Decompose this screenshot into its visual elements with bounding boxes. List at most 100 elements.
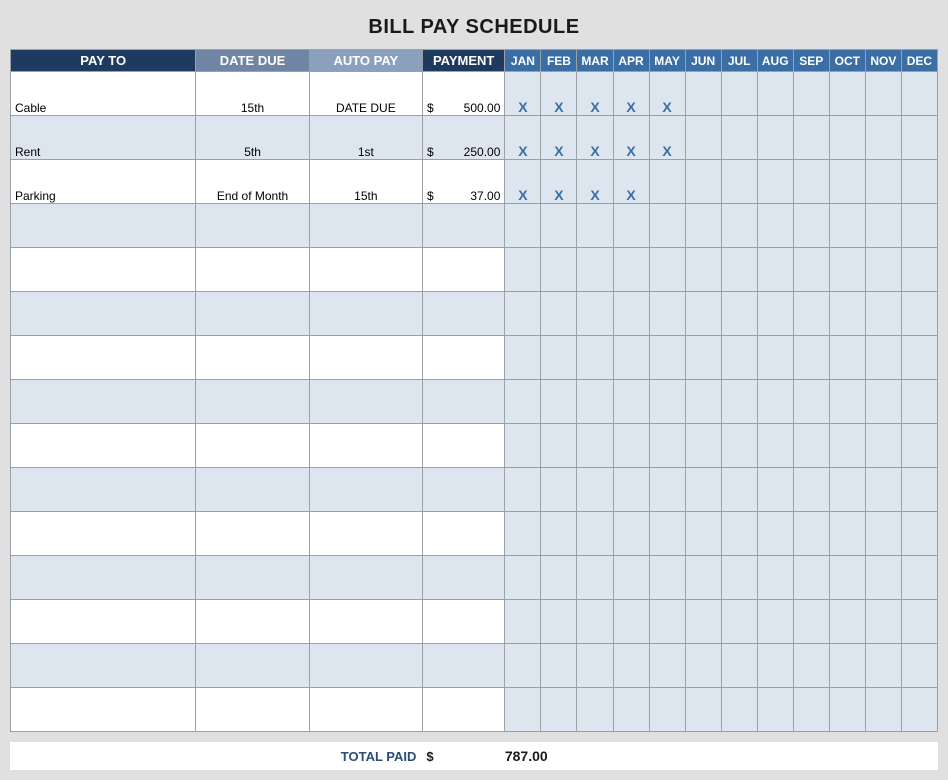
cell-month[interactable] — [865, 556, 901, 600]
cell-month[interactable] — [649, 336, 685, 380]
cell-month[interactable] — [901, 468, 937, 512]
cell-datedue[interactable]: End of Month — [196, 160, 309, 204]
cell-month[interactable] — [577, 688, 613, 732]
cell-month[interactable] — [505, 512, 541, 556]
cell-month[interactable] — [505, 556, 541, 600]
cell-month[interactable] — [649, 160, 685, 204]
cell-payment[interactable] — [422, 644, 504, 688]
cell-month[interactable] — [613, 556, 649, 600]
cell-month[interactable]: X — [541, 116, 577, 160]
cell-month[interactable] — [721, 688, 757, 732]
cell-month[interactable]: X — [577, 116, 613, 160]
cell-month[interactable] — [685, 468, 721, 512]
cell-autopay[interactable] — [309, 424, 422, 468]
cell-month[interactable] — [901, 600, 937, 644]
cell-month[interactable] — [901, 644, 937, 688]
cell-month[interactable] — [757, 600, 793, 644]
cell-month[interactable]: X — [505, 116, 541, 160]
cell-month[interactable] — [865, 424, 901, 468]
cell-month[interactable] — [541, 600, 577, 644]
cell-month[interactable] — [541, 424, 577, 468]
cell-datedue[interactable] — [196, 248, 309, 292]
cell-autopay[interactable] — [309, 248, 422, 292]
cell-month[interactable] — [649, 424, 685, 468]
cell-month[interactable] — [865, 72, 901, 116]
cell-month[interactable]: X — [613, 116, 649, 160]
cell-month[interactable] — [901, 116, 937, 160]
cell-month[interactable] — [649, 380, 685, 424]
cell-month[interactable] — [721, 204, 757, 248]
cell-month[interactable] — [541, 468, 577, 512]
cell-month[interactable]: X — [649, 72, 685, 116]
cell-month[interactable] — [829, 556, 865, 600]
cell-month[interactable] — [649, 556, 685, 600]
cell-payto[interactable] — [11, 380, 196, 424]
cell-month[interactable] — [577, 600, 613, 644]
cell-month[interactable] — [577, 468, 613, 512]
cell-month[interactable] — [613, 336, 649, 380]
cell-month[interactable] — [685, 72, 721, 116]
cell-month[interactable] — [541, 204, 577, 248]
cell-month[interactable] — [685, 556, 721, 600]
cell-month[interactable] — [901, 688, 937, 732]
cell-datedue[interactable] — [196, 380, 309, 424]
cell-month[interactable] — [829, 116, 865, 160]
cell-month[interactable] — [865, 204, 901, 248]
cell-month[interactable] — [865, 512, 901, 556]
cell-month[interactable] — [829, 248, 865, 292]
cell-month[interactable]: X — [505, 160, 541, 204]
cell-payment[interactable] — [422, 424, 504, 468]
cell-month[interactable] — [649, 600, 685, 644]
cell-month[interactable] — [757, 688, 793, 732]
cell-autopay[interactable] — [309, 292, 422, 336]
cell-month[interactable]: X — [649, 116, 685, 160]
cell-payment[interactable] — [422, 556, 504, 600]
cell-payto[interactable] — [11, 644, 196, 688]
cell-month[interactable] — [865, 160, 901, 204]
cell-month[interactable]: X — [613, 160, 649, 204]
cell-month[interactable] — [793, 72, 829, 116]
cell-month[interactable] — [721, 512, 757, 556]
cell-month[interactable] — [793, 160, 829, 204]
cell-autopay[interactable] — [309, 468, 422, 512]
cell-month[interactable] — [541, 248, 577, 292]
cell-payto[interactable]: Cable — [11, 72, 196, 116]
cell-month[interactable] — [757, 380, 793, 424]
cell-month[interactable] — [829, 160, 865, 204]
cell-month[interactable] — [505, 688, 541, 732]
cell-month[interactable] — [829, 600, 865, 644]
cell-month[interactable] — [649, 204, 685, 248]
cell-datedue[interactable] — [196, 336, 309, 380]
cell-month[interactable] — [829, 644, 865, 688]
cell-month[interactable] — [505, 424, 541, 468]
cell-month[interactable] — [829, 688, 865, 732]
cell-autopay[interactable]: DATE DUE — [309, 72, 422, 116]
cell-payment[interactable]: $500.00 — [422, 72, 504, 116]
cell-month[interactable] — [613, 600, 649, 644]
cell-month[interactable] — [793, 424, 829, 468]
cell-month[interactable] — [793, 248, 829, 292]
cell-month[interactable] — [649, 292, 685, 336]
cell-month[interactable] — [721, 600, 757, 644]
cell-month[interactable] — [649, 688, 685, 732]
cell-month[interactable] — [793, 116, 829, 160]
cell-month[interactable] — [721, 644, 757, 688]
cell-payment[interactable] — [422, 600, 504, 644]
cell-month[interactable] — [541, 644, 577, 688]
cell-month[interactable] — [577, 556, 613, 600]
cell-month[interactable] — [505, 380, 541, 424]
cell-payment[interactable]: $250.00 — [422, 116, 504, 160]
cell-month[interactable] — [721, 380, 757, 424]
cell-month[interactable] — [721, 336, 757, 380]
cell-month[interactable] — [829, 424, 865, 468]
cell-month[interactable] — [613, 512, 649, 556]
cell-month[interactable] — [505, 468, 541, 512]
cell-month[interactable] — [685, 424, 721, 468]
cell-month[interactable] — [685, 336, 721, 380]
cell-month[interactable] — [829, 72, 865, 116]
cell-month[interactable] — [757, 204, 793, 248]
cell-month[interactable] — [901, 336, 937, 380]
cell-month[interactable] — [505, 292, 541, 336]
cell-month[interactable] — [577, 248, 613, 292]
cell-month[interactable] — [865, 248, 901, 292]
